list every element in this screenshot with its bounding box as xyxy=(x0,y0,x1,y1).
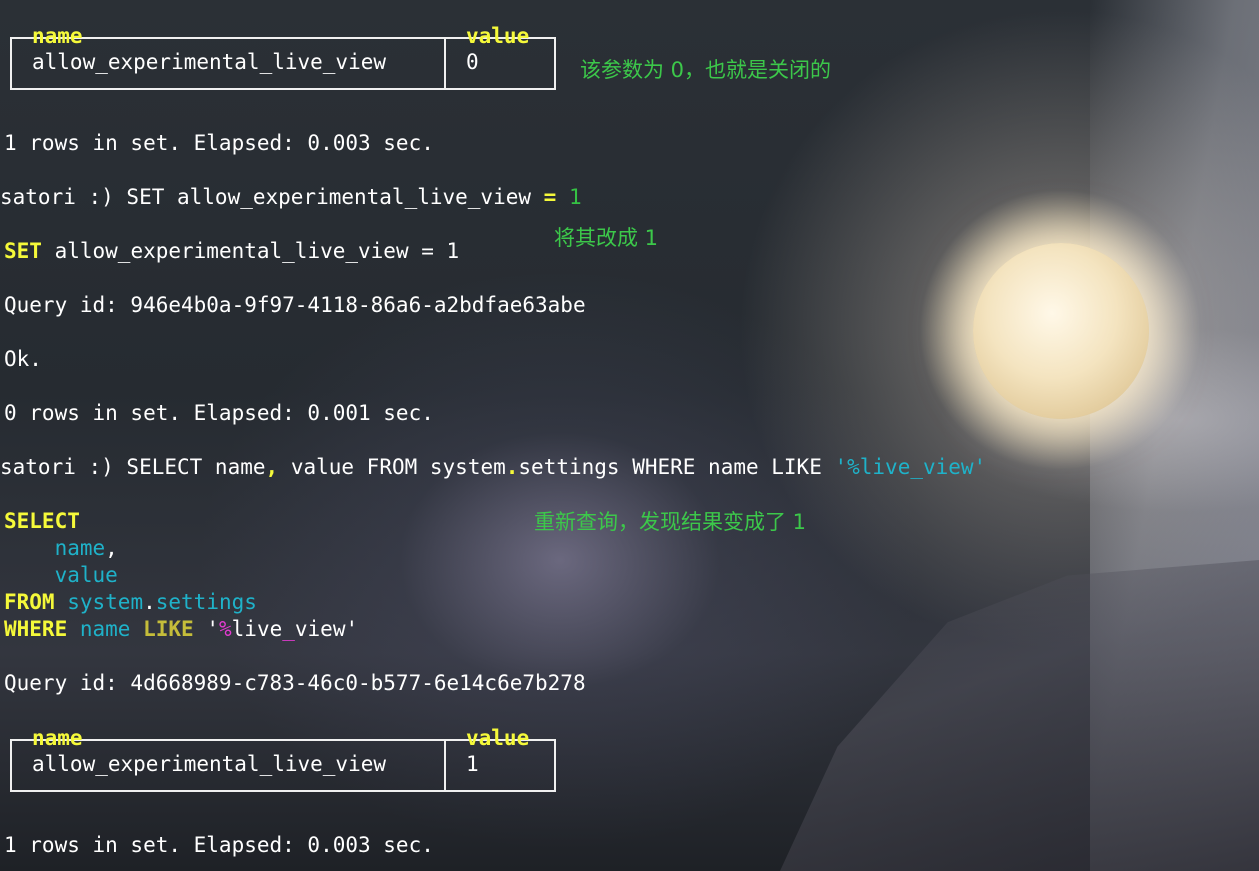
quote-close: ' xyxy=(345,617,359,641)
table-column-separator xyxy=(444,39,446,88)
number-literal: 1 xyxy=(568,185,582,209)
pattern-view: view xyxy=(294,617,346,641)
formatted-name: name, xyxy=(4,535,118,562)
result-table-2: name value allow_experimental_live_view … xyxy=(10,726,556,792)
command-text: satori :) SELECT name xyxy=(0,455,266,479)
background-moon xyxy=(973,243,1149,419)
query-id-2: Query id: 4d668989-c783-46c0-b577-6e14c6… xyxy=(4,671,586,695)
comma-punct: , xyxy=(105,536,118,560)
formatted-where: WHERE name LIKE '%live_view' xyxy=(4,616,358,643)
table-cell-name: allow_experimental_live_view xyxy=(32,50,387,74)
formatted-value: value xyxy=(4,562,118,589)
quote-open: ' xyxy=(206,617,219,641)
annotation-param-off: 该参数为 0，也就是关闭的 xyxy=(580,58,832,82)
keyword-where: WHERE xyxy=(4,617,68,641)
keyword-like: LIKE xyxy=(143,617,194,641)
command-text-tail: settings WHERE name LIKE xyxy=(518,455,835,479)
result-table-1: name value allow_experimental_live_view … xyxy=(10,24,556,90)
keyword-select: SELECT xyxy=(4,509,80,533)
string-literal: '%live_view' xyxy=(834,455,987,479)
keyword-set: SET xyxy=(4,239,42,263)
table-cell-name: allow_experimental_live_view xyxy=(32,752,387,776)
table-header-value: value xyxy=(466,24,530,48)
column-value: value xyxy=(54,563,118,587)
pattern-live: live xyxy=(231,617,283,641)
percent-wildcard: % xyxy=(219,617,232,641)
rows-elapsed-2: 1 rows in set. Elapsed: 0.003 sec. xyxy=(4,833,434,857)
table-header-value: value xyxy=(466,726,530,750)
echo-rest: allow_experimental_live_view = 1 xyxy=(41,239,460,263)
comma-punct: , xyxy=(265,455,279,479)
command-text: satori :) SET allow_experimental_live_vi… xyxy=(0,185,544,209)
annotation-change-to-1: 将其改成 1 xyxy=(554,226,659,250)
ok-line: Ok. xyxy=(4,347,42,371)
underscore-wildcard: _ xyxy=(282,617,295,641)
keyword-from: FROM xyxy=(4,590,55,614)
table-header-name: name xyxy=(32,726,83,750)
dot-punct: . xyxy=(505,455,519,479)
rows-elapsed-0: 0 rows in set. Elapsed: 0.001 sec. xyxy=(4,401,434,425)
column-name: name xyxy=(54,536,106,560)
operator-eq: = xyxy=(543,185,557,209)
column-name-2: name xyxy=(79,617,131,641)
annotation-requery: 重新查询，发现结果变成了 1 xyxy=(534,510,807,534)
rows-elapsed-1: 1 rows in set. Elapsed: 0.003 sec. xyxy=(4,131,434,155)
table-column-separator xyxy=(444,741,446,790)
table-cell-value: 1 xyxy=(466,752,479,776)
background-cliff xyxy=(780,560,1259,871)
db-system: system xyxy=(67,590,144,614)
command-select[interactable]: satori :) SELECT name, value FROM system… xyxy=(0,454,986,481)
table-cell-value: 0 xyxy=(466,50,479,74)
formatted-select: SELECT xyxy=(4,508,80,535)
command-set[interactable]: satori :) SET allow_experimental_live_vi… xyxy=(0,184,582,211)
table-header-name: name xyxy=(32,24,83,48)
formatted-from: FROM system.settings xyxy=(4,589,257,616)
table-settings: settings xyxy=(155,590,257,614)
command-text-mid: value FROM system xyxy=(278,455,506,479)
query-id-1: Query id: 946e4b0a-9f97-4118-86a6-a2bdfa… xyxy=(4,293,586,317)
dot-punct: . xyxy=(143,590,156,614)
echo-set: SET allow_experimental_live_view = 1 xyxy=(4,238,459,265)
